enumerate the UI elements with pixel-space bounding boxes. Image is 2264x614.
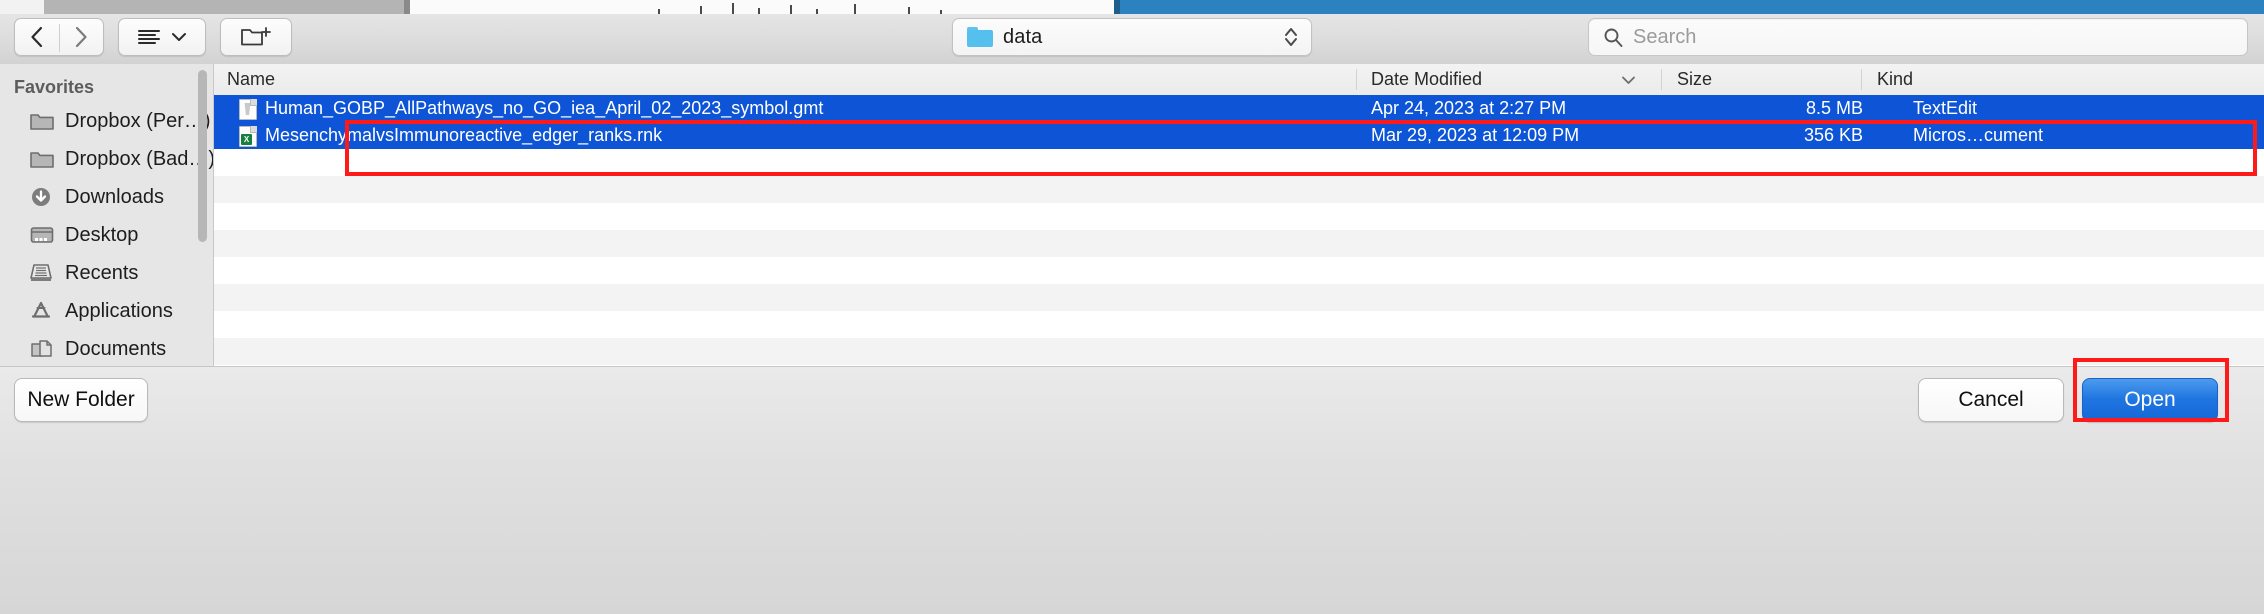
- path-popup-button[interactable]: data: [952, 18, 1312, 56]
- documents-icon: [28, 337, 56, 361]
- empty-row: [213, 203, 2264, 230]
- cell-kind: TextEdit: [1913, 98, 1978, 118]
- column-header-row: Name Date Modified Size Kind: [213, 64, 2264, 96]
- search-field[interactable]: [1588, 18, 2248, 56]
- file-open-dialog: data Favorites Dropbox (Per…) Dropbox (Ba…: [0, 14, 2264, 614]
- empty-row: [213, 176, 2264, 203]
- chevron-left-icon: [31, 26, 43, 48]
- open-button[interactable]: Open: [2082, 378, 2218, 422]
- chevron-right-icon: [75, 26, 87, 48]
- folder-icon: [30, 152, 54, 168]
- cell-name: MesenchymalvsImmunoreactive_edger_ranks.…: [265, 125, 663, 145]
- background-tick-marks: [640, 2, 970, 14]
- search-input[interactable]: [1631, 24, 2215, 50]
- cell-size: 356 KB: [1803, 125, 1863, 145]
- sort-chevron-down-icon: [1622, 76, 1635, 84]
- empty-row: [213, 230, 2264, 257]
- downloads-arrow-icon: [32, 188, 50, 206]
- sidebar-item-list: Dropbox (Per…) Dropbox (Bad…) Downloads Des…: [0, 102, 213, 366]
- sidebar-item-label: Dropbox (Per…): [65, 109, 211, 132]
- sidebar-item-downloads[interactable]: Downloads: [0, 178, 213, 216]
- cell-size: 8.5 MB: [1805, 98, 1863, 118]
- cell-name: Human_GOBP_AllPathways_no_GO_iea_April_0…: [265, 98, 824, 118]
- table-row[interactable]: X MesenchymalvsImmunoreactive_edger_ranks…: [213, 122, 2264, 149]
- recents-tray-icon: [30, 264, 52, 281]
- sidebar-item-label: Applications: [65, 299, 173, 322]
- folder-icon: [30, 114, 54, 130]
- sidebar-item-recents[interactable]: Recents: [0, 254, 213, 292]
- up-down-stepper-icon: [1283, 26, 1299, 48]
- excel-document-icon: X: [239, 126, 259, 147]
- dialog-toolbar: data: [0, 14, 2264, 64]
- empty-row: [213, 149, 2264, 176]
- new-folder-toolbar-button[interactable]: [220, 18, 292, 56]
- sidebar-scrollbar-thumb[interactable]: [198, 70, 207, 242]
- recents-tray-icon: [28, 261, 56, 285]
- downloads-arrow-icon: [28, 185, 56, 209]
- dialog-footer: New Folder Cancel Open: [0, 366, 2264, 614]
- list-view-icon: [138, 30, 160, 44]
- column-header-size[interactable]: Size: [1677, 64, 1712, 95]
- favorites-sidebar: Favorites Dropbox (Per…) Dropbox (Bad…) Do…: [0, 64, 213, 366]
- path-label: data: [1003, 25, 1043, 48]
- nav-separator: [59, 24, 60, 52]
- file-list-pane: Name Date Modified Size Kind Human_GOBP_…: [213, 64, 2264, 366]
- new-folder-button[interactable]: New Folder: [14, 378, 148, 422]
- cell-kind: Micros…cument: [1913, 125, 2044, 145]
- cell-date: Mar 29, 2023 at 12:09 PM: [1371, 125, 1580, 145]
- column-separator[interactable]: [1356, 69, 1357, 90]
- background-toolbar-area: [44, 0, 404, 14]
- empty-row: [213, 257, 2264, 284]
- empty-row: [213, 284, 2264, 311]
- empty-row: [213, 311, 2264, 338]
- sidebar-content-divider: [213, 64, 214, 366]
- applications-icon: [31, 301, 51, 318]
- column-header-kind[interactable]: Kind: [1877, 64, 1913, 95]
- column-separator[interactable]: [1861, 69, 1862, 90]
- sidebar-item-label: Documents: [65, 337, 167, 360]
- cell-date: Apr 24, 2023 at 2:27 PM: [1371, 98, 1567, 118]
- documents-icon: [31, 340, 52, 357]
- table-row[interactable]: Human_GOBP_AllPathways_no_GO_iea_April_0…: [213, 95, 2264, 122]
- folder-icon: [28, 147, 56, 171]
- background-blue-panel: [1120, 0, 2264, 14]
- applications-icon: [28, 299, 56, 323]
- cancel-button[interactable]: Cancel: [1918, 378, 2064, 422]
- empty-row: [213, 338, 2264, 365]
- desktop-icon: [30, 227, 54, 243]
- chevron-down-icon: [172, 33, 186, 41]
- new-folder-icon: [241, 27, 271, 46]
- blue-folder-icon: [967, 27, 993, 47]
- back-button[interactable]: [15, 19, 59, 55]
- sidebar-item-dropbox-per[interactable]: Dropbox (Per…): [0, 102, 213, 140]
- search-icon: [1604, 28, 1623, 47]
- sidebar-item-desktop[interactable]: Desktop: [0, 216, 213, 254]
- sidebar-item-dropbox-bad[interactable]: Dropbox (Bad…): [0, 140, 213, 178]
- text-document-icon: [239, 99, 259, 120]
- column-header-date[interactable]: Date Modified: [1371, 64, 1482, 95]
- sidebar-item-label: Desktop: [65, 223, 139, 246]
- column-header-name[interactable]: Name: [227, 64, 275, 95]
- forward-button[interactable]: [59, 19, 103, 55]
- view-options-button[interactable]: [118, 18, 206, 56]
- sidebar-item-label: Dropbox (Bad…): [65, 147, 213, 170]
- sidebar-item-documents[interactable]: Documents: [0, 330, 213, 366]
- folder-icon: [28, 109, 56, 133]
- sidebar-item-applications[interactable]: Applications: [0, 292, 213, 330]
- sidebar-item-label: Downloads: [65, 185, 164, 208]
- sidebar-section-title: Favorites: [14, 77, 95, 97]
- desktop-icon: [28, 223, 56, 247]
- column-separator[interactable]: [1661, 69, 1662, 90]
- sidebar-item-label: Recents: [65, 261, 139, 284]
- navigation-button-group[interactable]: [14, 18, 104, 56]
